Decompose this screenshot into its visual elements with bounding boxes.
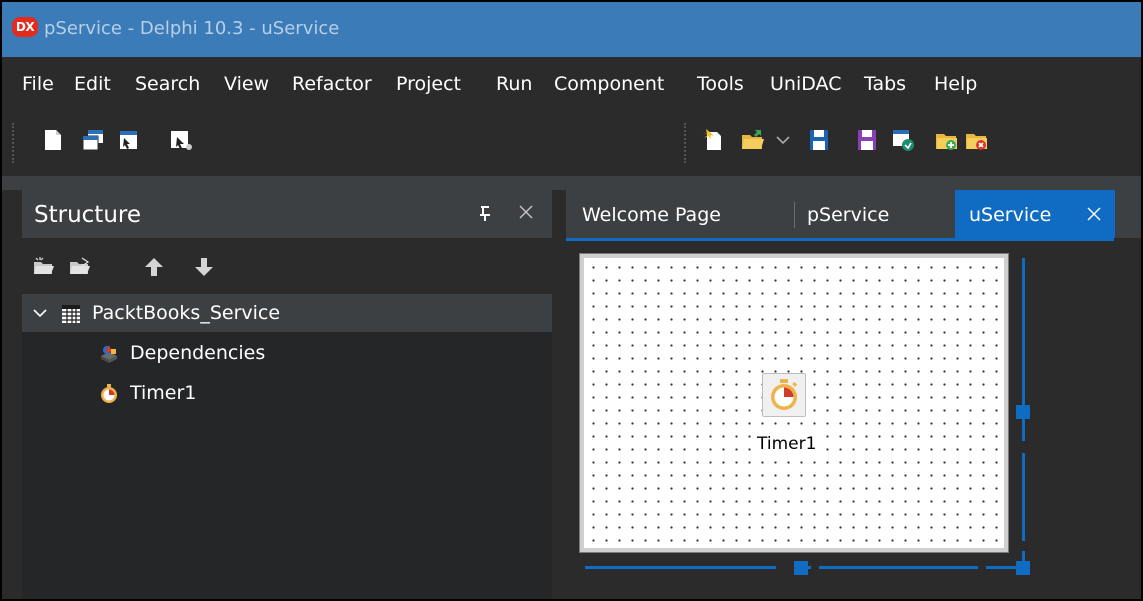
menu-bar: File Edit Search View Refactor Project R… [2, 57, 1141, 111]
window-title: pService - Delphi 10.3 - uService [44, 18, 340, 39]
menu-run[interactable]: Run [496, 73, 532, 95]
menu-tools[interactable]: Tools [697, 73, 744, 95]
main-toolbar [2, 111, 1141, 176]
menu-search[interactable]: Search [135, 73, 200, 95]
save-as-icon[interactable] [854, 127, 880, 153]
timer-icon [98, 383, 120, 405]
save-all-icon[interactable] [890, 127, 916, 153]
open-project-icon[interactable] [934, 127, 960, 153]
tab-uservice[interactable]: uService [955, 190, 1115, 238]
tab-label: pService [807, 204, 890, 226]
form-designer: Timer1 [566, 241, 1141, 599]
toolbar-separator [2, 176, 1141, 190]
menu-refactor[interactable]: Refactor [292, 73, 372, 95]
guide-gap [811, 562, 819, 573]
dropdown-chevron-icon[interactable] [770, 127, 796, 153]
move-down-icon[interactable] [192, 256, 216, 278]
menu-project[interactable]: Project [396, 73, 461, 95]
timer-component[interactable] [762, 373, 806, 417]
timer-component-label: Timer1 [756, 434, 818, 454]
toolbar-grip-right[interactable] [684, 123, 687, 163]
pin-icon[interactable] [477, 204, 493, 222]
tree-label-dependencies: Dependencies [130, 342, 266, 364]
remove-from-project-icon[interactable] [964, 127, 990, 153]
close-icon[interactable] [1085, 205, 1103, 223]
tree-node-service[interactable]: PacktBooks_Service [22, 294, 552, 332]
structure-tree: PacktBooks_Service Dependencies Timer1 [22, 294, 552, 599]
dependencies-icon [98, 343, 120, 365]
move-up-icon[interactable] [142, 256, 166, 278]
structure-title: Structure [34, 202, 141, 228]
tab-label: Welcome Page [582, 204, 721, 226]
tree-node-dependencies[interactable]: Dependencies [22, 334, 552, 372]
guide-gap [1018, 441, 1029, 453]
new-file-icon[interactable] [40, 127, 66, 153]
ide-window: DX pService - Delphi 10.3 - uService Fil… [0, 0, 1143, 601]
structure-panel: Structure PacktBooks_Service Dependencie… [22, 190, 552, 599]
menu-edit[interactable]: Edit [74, 73, 111, 95]
menu-tabs[interactable]: Tabs [864, 73, 906, 95]
service-module-icon [60, 303, 82, 325]
resize-handle-bottom[interactable] [794, 561, 808, 575]
tab-welcome-page[interactable]: Welcome Page [566, 190, 794, 238]
close-icon[interactable] [516, 202, 536, 222]
structure-toolbar [22, 238, 552, 294]
tree-label-timer: Timer1 [130, 382, 197, 404]
design-form[interactable]: Timer1 [579, 253, 1009, 553]
resize-handle-corner[interactable] [1016, 561, 1030, 575]
menu-unidac[interactable]: UniDAC [770, 73, 841, 95]
new-form-icon[interactable] [116, 127, 142, 153]
new-window-icon[interactable] [80, 127, 106, 153]
resize-handle-right[interactable] [1016, 405, 1030, 419]
guide-gap [978, 562, 986, 573]
tab-label: uService [969, 204, 1052, 226]
guide-gap [776, 562, 796, 573]
delphi-logo-icon: DX [12, 17, 38, 37]
new-items-icon[interactable] [700, 127, 726, 153]
menu-component[interactable]: Component [554, 73, 664, 95]
toolbar-grip[interactable] [12, 123, 15, 163]
title-bar: DX pService - Delphi 10.3 - uService [2, 2, 1141, 57]
menu-help[interactable]: Help [934, 73, 977, 95]
expand-all-icon[interactable] [32, 256, 56, 278]
menu-file[interactable]: File [22, 73, 54, 95]
structure-header: Structure [22, 190, 552, 238]
menu-view[interactable]: View [224, 73, 269, 95]
timer-icon [771, 379, 798, 410]
tree-label-service: PacktBooks_Service [92, 302, 281, 324]
panel-splitter[interactable] [552, 190, 566, 599]
guide-gap [1018, 541, 1029, 551]
collapse-all-icon[interactable] [68, 256, 92, 278]
open-icon[interactable] [740, 127, 766, 153]
chevron-down-icon[interactable] [32, 306, 48, 320]
tab-pservice[interactable]: pService [795, 190, 955, 238]
tree-node-timer[interactable]: Timer1 [22, 374, 552, 412]
run-tool-icon[interactable] [168, 127, 194, 153]
save-icon[interactable] [806, 127, 832, 153]
editor-tabs: Welcome Page pService uService [566, 190, 1141, 238]
